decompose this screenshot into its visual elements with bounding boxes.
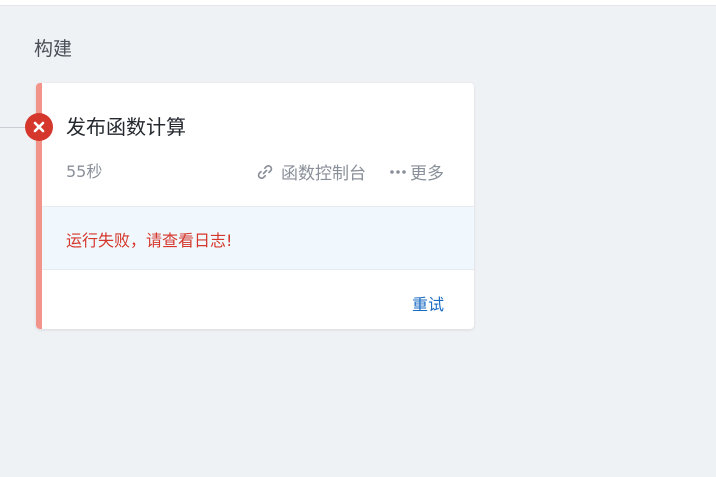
more-label: 更多 — [410, 164, 444, 184]
job-duration: 55秒 — [66, 162, 103, 181]
error-message-panel: 运行失败，请查看日志! — [42, 206, 474, 270]
function-console-label: 函数控制台 — [281, 164, 366, 184]
job-name[interactable]: 发布函数计算 — [66, 111, 186, 140]
stage-title: 构建 — [34, 38, 73, 60]
function-console-link[interactable]: 函数控制台 — [255, 159, 366, 184]
top-bar — [0, 0, 716, 6]
error-message[interactable]: 运行失败，请查看日志! — [66, 227, 232, 251]
ellipsis-icon — [390, 169, 406, 174]
job-card[interactable]: 发布函数计算 55秒 函数控制台 更多 运行失败，请查看日志! 重试 — [36, 83, 474, 329]
failed-status-icon — [25, 113, 53, 141]
link-icon — [257, 164, 273, 179]
pipeline-connector-line — [0, 127, 26, 128]
more-menu-button[interactable]: 更多 — [388, 159, 444, 184]
close-icon — [33, 121, 45, 133]
retry-button[interactable]: 重试 — [412, 291, 444, 315]
